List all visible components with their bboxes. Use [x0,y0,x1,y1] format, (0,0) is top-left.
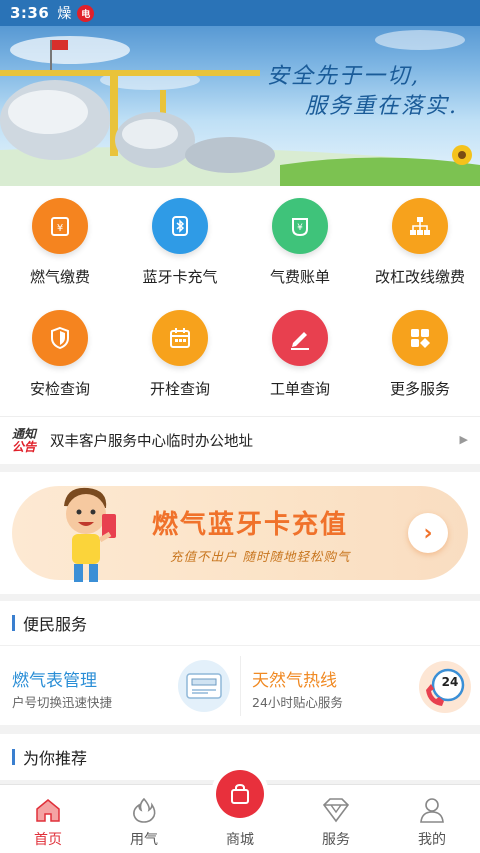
grid-label: 燃气缴费 [29,268,90,286]
status-time: 3:36 [10,4,50,22]
service-subtitle: 户号切换迅速快捷 [12,695,113,710]
gas-meter-management-card[interactable]: 燃气表管理 户号切换迅速快捷 [0,646,240,726]
tab-profile[interactable]: 我的 [384,785,480,853]
tab-label: 用气 [130,832,158,848]
home-icon [33,795,63,825]
announcement-text: 双丰客户服务中心临时办公地址 [50,434,253,450]
section-title: 便民服务 [23,615,88,634]
grid-label: 更多服务 [389,380,450,398]
promo-subtitle: 充值不出户 随时随地轻松购气 [170,549,351,564]
section-title: 为你推荐 [23,749,88,768]
announcement-badge: 通知 公告 [12,426,37,454]
valve-opening-query-button[interactable]: 开栓查询 [120,298,240,408]
gas-bill-button[interactable]: ¥ 气费账单 [240,186,360,296]
service-subtitle: 24小时贴心服务 [252,695,343,710]
bluetooth-card-recharge-button[interactable]: 蓝牙卡充气 [120,186,240,296]
work-order-query-button[interactable]: 工单查询 [240,298,360,408]
chevron-right-icon: ▶ [459,433,468,446]
bluetooth-icon [152,198,208,254]
convenience-services: 燃气表管理 户号切换迅速快捷 天然气热线 24小时贴心服务 24 [0,645,480,725]
gas-payment-button[interactable]: ¥ 燃气缴费 [0,186,120,296]
gas-meter-icon [178,660,230,712]
more-services-button[interactable]: 更多服务 [360,298,480,408]
safety-inspection-query-button[interactable]: 安检查询 [0,298,120,408]
promo-section: 燃气蓝牙卡充值 充值不出户 随时随地轻松购气 › [0,472,480,594]
tab-home[interactable]: 首页 [0,785,96,853]
banner-slogan-line1: 安全先于一切, [267,64,420,89]
service-title: 天然气热线 [252,671,337,691]
service-title: 燃气表管理 [12,671,97,691]
service-icon-grid: ¥ 燃气缴费 蓝牙卡充气 ¥ 气费账单 改杠改线缴费 安检查询 开栓查询 工单查… [0,186,480,416]
notification-badge: 电 [77,4,95,22]
announcement-bar[interactable]: 通知 公告 双丰客户服务中心临时办公地址 ▶ [0,416,480,464]
tab-label: 首页 [34,832,62,848]
user-icon [417,795,447,825]
grid-label: 改杠改线缴费 [374,268,465,286]
hero-banner[interactable]: 安全先于一切, 服务重在落实. [0,0,480,186]
shield-icon [32,310,88,366]
grid-label: 开栓查询 [149,380,210,398]
chevron-right-icon[interactable]: › [408,513,448,553]
tab-label: 服务 [322,832,350,848]
cartoon-character-icon [64,487,116,582]
grid-more-icon [392,310,448,366]
svg-text:¥: ¥ [297,223,303,233]
shopping-bag-icon[interactable] [216,770,264,818]
flame-status-icon: 燥 [57,6,72,22]
yen-card-icon: ¥ [32,198,88,254]
hotline-24-badge: 24 [441,675,459,689]
grid-label: 气费账单 [269,268,330,286]
network-icon [392,198,448,254]
tab-label: 商城 [226,832,254,848]
status-bar: 3:36 燥 电 [0,0,480,26]
grid-label: 安检查询 [29,380,90,398]
tab-gas-usage[interactable]: 用气 [96,785,192,853]
convenience-services-header: 便民服务 [0,601,480,645]
yen-bill-icon: ¥ [272,198,328,254]
calendar-icon [152,310,208,366]
tab-services[interactable]: 服务 [288,785,384,853]
banner-slogan-line2: 服务重在落实. [305,94,458,119]
promo-title: 燃气蓝牙卡充值 [152,510,349,540]
edit-icon [272,310,328,366]
flame-icon [129,795,159,825]
svg-text:¥: ¥ [57,223,63,234]
grid-label: 工单查询 [269,380,330,398]
gas-hotline-card[interactable]: 天然气热线 24小时贴心服务 24 [240,646,480,726]
pipe-modification-payment-button[interactable]: 改杠改线缴费 [360,186,480,296]
grid-label: 蓝牙卡充气 [142,268,218,286]
bluetooth-recharge-promo-banner[interactable]: 燃气蓝牙卡充值 充值不出户 随时随地轻松购气 › [12,486,468,582]
diamond-icon [321,795,351,825]
tab-label: 我的 [418,832,446,848]
